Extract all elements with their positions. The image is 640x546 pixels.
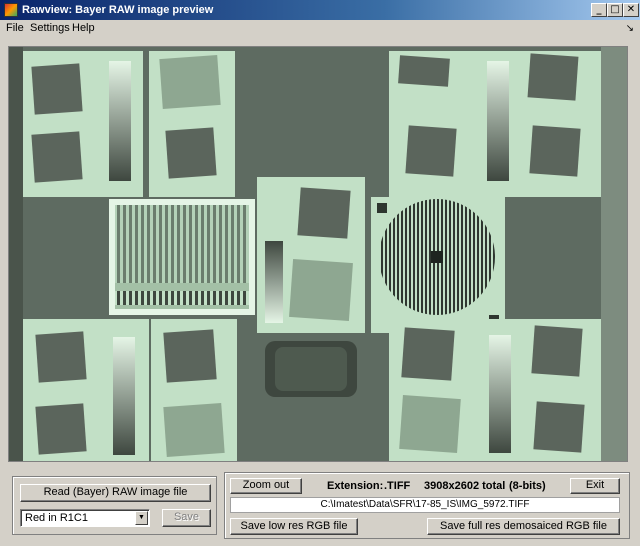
app-icon	[4, 3, 18, 17]
exit-button[interactable]: Exit	[570, 478, 620, 494]
extension-value: .TIFF	[384, 480, 411, 492]
menu-file[interactable]: File	[6, 22, 24, 34]
test-chart-image	[9, 47, 627, 461]
minimize-button[interactable]: _	[591, 3, 607, 17]
maximize-button[interactable]: □	[607, 3, 623, 17]
menu-bar: File Settings Help ↘	[0, 20, 640, 37]
close-button[interactable]: ✕	[623, 3, 639, 17]
zoom-out-button[interactable]: Zoom out	[230, 478, 302, 494]
channel-select-value: Red in R1C1	[25, 512, 88, 524]
dock-arrow-icon[interactable]: ↘	[626, 23, 634, 34]
raw-image-preview[interactable]	[8, 46, 628, 462]
image-size-text: 3908x2602 total	[424, 480, 506, 492]
read-raw-file-button[interactable]: Read (Bayer) RAW image file	[20, 484, 211, 502]
menu-help[interactable]: Help	[72, 22, 95, 34]
save-full-res-rgb-button[interactable]: Save full res demosaiced RGB file	[427, 518, 620, 535]
channel-select[interactable]: Red in R1C1 ▼	[20, 509, 150, 527]
save-low-res-rgb-button[interactable]: Save low res RGB file	[230, 518, 358, 535]
bit-depth-text: (8-bits)	[509, 480, 546, 492]
title-bar: Rawview: Bayer RAW image preview _ □ ✕	[0, 0, 640, 20]
file-path-field: C:\Imatest\Data\SFR\17-85_IS\IMG_5972.TI…	[230, 497, 620, 513]
window-title: Rawview: Bayer RAW image preview	[22, 4, 214, 16]
save-button[interactable]: Save	[162, 509, 211, 527]
menu-settings[interactable]: Settings	[30, 22, 70, 34]
chevron-down-icon[interactable]: ▼	[135, 511, 148, 525]
extension-label: Extension:	[327, 480, 384, 492]
